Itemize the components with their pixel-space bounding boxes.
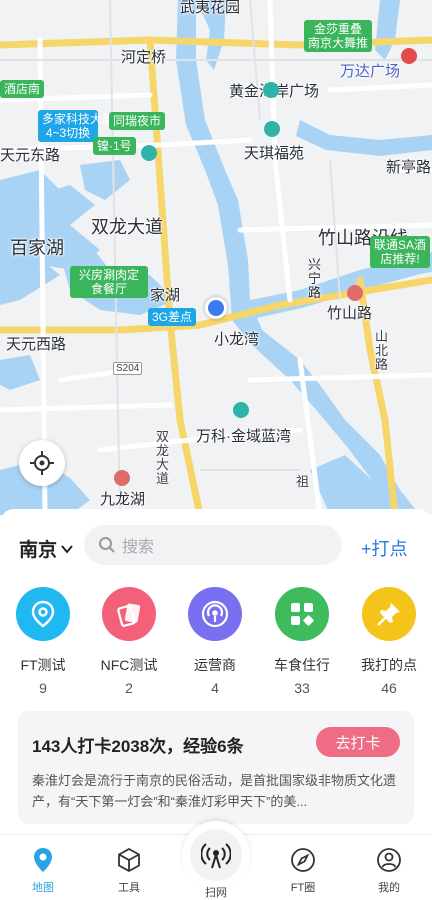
checkin-summary-title: 143人打卡2038次，经验6条 — [32, 737, 244, 756]
category-label: 我打的点 — [361, 657, 417, 673]
locate-me-button[interactable] — [19, 440, 65, 486]
marker-label: 兴房涮肉定 — [78, 268, 139, 282]
tab-map[interactable]: 地图 — [0, 835, 86, 900]
marker-label: 南京大舞推 — [308, 36, 369, 50]
map-label: 河定桥 — [121, 49, 167, 66]
category-count: 2 — [125, 680, 133, 696]
map-pin-icon — [34, 848, 52, 872]
category-count: 33 — [294, 680, 310, 696]
poi-icon[interactable] — [233, 402, 249, 418]
map-label: 山北路 — [375, 329, 389, 372]
map-label: 万科·金域蓝湾 — [196, 428, 291, 445]
checkin-summary-description: 秦淮灯会是流行于南京的民俗活动，是首批国家级非物质文化遗产，有“天下第一灯会”和… — [32, 773, 397, 809]
map-label: 天元西路 — [6, 336, 67, 353]
cube-icon — [118, 847, 140, 873]
marker-label: 金莎重叠 — [314, 22, 363, 36]
marker-label: 4~3切换 — [45, 126, 91, 140]
nfc-cards-icon — [102, 587, 156, 641]
tab-label: FT圈 — [290, 882, 316, 894]
chevron-down-icon — [61, 544, 73, 554]
tab-scan[interactable] — [190, 829, 242, 881]
map-label: 小龙湾 — [214, 331, 260, 348]
tab-label: 工具 — [118, 882, 140, 894]
map-label: 新亭路 — [386, 159, 432, 176]
search-input[interactable]: 搜索 — [84, 525, 342, 565]
search-icon — [99, 537, 115, 553]
bottom-sheet: 南京 搜索 +打点 FT测试 9 NFC测试 2 运营商 4 车食住行 33 我… — [0, 509, 432, 834]
map-label: 天元东路 — [0, 147, 61, 164]
tab-label: 扫网 — [205, 887, 227, 899]
marker-label: 食餐厅 — [90, 282, 127, 296]
map-marker[interactable]: 酒店南 — [0, 80, 45, 98]
category-label: 运营商 — [194, 657, 236, 673]
category-label: 车食住行 — [274, 657, 330, 673]
bottom-tab-bar: 地图 工具 扫网 FT圈 我的 — [0, 821, 432, 900]
user-avatar-icon — [377, 848, 401, 872]
compass-icon — [291, 848, 315, 872]
city-selector[interactable]: 南京 — [19, 535, 74, 562]
category-grid: FT测试 9 NFC测试 2 运营商 4 车食住行 33 我打的点 46 — [0, 587, 432, 697]
marker-label: 联通SA酒 — [374, 238, 427, 252]
poi-icon[interactable] — [264, 121, 280, 137]
category-my-points[interactable]: 我打的点 46 — [346, 587, 432, 696]
map-marker[interactable]: 联通SA酒 店推荐! — [370, 236, 431, 268]
route-shield: S204 — [113, 362, 143, 375]
category-count: 4 — [211, 680, 219, 696]
location-pin-icon — [16, 587, 70, 641]
category-carrier[interactable]: 运营商 4 — [172, 587, 258, 696]
signal-tower-icon — [201, 843, 231, 869]
map-label: 万达广场 — [340, 63, 401, 80]
map-marker[interactable]: 兴房涮肉定 食餐厅 — [70, 266, 148, 298]
category-ft-test[interactable]: FT测试 9 — [0, 587, 86, 696]
map-marker[interactable]: 多家科技大厦 4~3切换 — [38, 110, 115, 142]
map-marker[interactable]: 金莎重叠 南京大舞推 — [304, 20, 373, 52]
category-life-services[interactable]: 车食住行 33 — [259, 587, 345, 696]
poi-icon[interactable] — [347, 285, 363, 301]
map-marker[interactable]: 3G差点 — [148, 308, 197, 326]
category-label: FT测试 — [20, 657, 66, 673]
tab-profile[interactable]: 我的 — [346, 835, 432, 900]
city-name: 南京 — [19, 540, 58, 561]
poi-icon[interactable] — [401, 48, 417, 64]
add-checkin-button[interactable]: +打点 — [361, 535, 408, 561]
category-count: 46 — [381, 680, 397, 696]
go-checkin-button[interactable]: 去打卡 — [316, 727, 400, 757]
poi-icon[interactable] — [263, 82, 279, 98]
map-label: 家湖 — [150, 287, 181, 304]
broadcast-icon — [188, 587, 242, 641]
tab-ft-circle[interactable]: FT圈 — [260, 835, 346, 900]
grid-tiles-icon — [275, 587, 329, 641]
poi-icon[interactable] — [141, 145, 157, 161]
sheet-top-bar: 南京 搜索 +打点 — [0, 523, 432, 569]
map-label: 兴宁路 — [308, 257, 322, 300]
map-marker[interactable]: 同瑞夜市 — [109, 112, 166, 130]
marker-label: 店推荐! — [380, 252, 420, 266]
pushpin-icon — [362, 587, 416, 641]
poi-icon[interactable] — [114, 470, 130, 486]
tab-tools[interactable]: 工具 — [86, 835, 172, 900]
map-label: 天琪福苑 — [244, 145, 305, 162]
map-label: 武夷花园 — [180, 0, 241, 16]
tab-label: 我的 — [378, 882, 400, 894]
map-label: 竹山路 — [327, 305, 373, 322]
search-placeholder: 搜索 — [122, 539, 155, 556]
map-label: 双龙大道 — [91, 217, 163, 237]
category-label: NFC测试 — [100, 657, 158, 673]
map-label: 百家湖 — [10, 238, 64, 258]
map-label: 双龙大道 — [156, 429, 170, 486]
add-checkin-label: +打点 — [361, 539, 408, 559]
map-view[interactable]: 武夷花园 河定桥 黄金海岸广场 万达广场 天琪福苑 新亭路 天元东路 双龙大道 … — [0, 0, 432, 515]
tab-label: 地图 — [32, 882, 54, 894]
current-location-dot — [205, 297, 227, 319]
map-marker[interactable]: 镍·1号 — [93, 137, 136, 155]
map-label: 九龙湖 — [100, 491, 146, 508]
crosshair-icon — [30, 451, 54, 475]
map-label: 祖 — [296, 474, 310, 489]
marker-label: 多家科技大厦 — [42, 112, 115, 126]
category-nfc-test[interactable]: NFC测试 2 — [86, 587, 172, 696]
category-count: 9 — [39, 680, 47, 696]
checkin-summary-card[interactable]: 143人打卡2038次，经验6条 去打卡 秦淮灯会是流行于南京的民俗活动，是首批… — [18, 711, 414, 824]
